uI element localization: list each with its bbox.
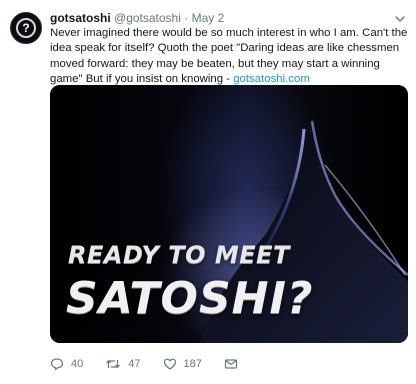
tweet-header: gotsatoshi @gotsatoshi · May 2 (50, 11, 224, 25)
tweet-media[interactable]: READY TO MEET SATOSHI? (50, 85, 408, 343)
chevron-down-icon[interactable] (394, 13, 406, 25)
retweet-count: 47 (128, 358, 141, 370)
tweet-body: Never imagined there would be so much in… (50, 27, 408, 86)
reply-count: 40 (71, 358, 84, 370)
header-separator: · (184, 11, 189, 25)
like-button[interactable]: 187 (163, 357, 202, 371)
tweet-actions: 40 47 187 (50, 356, 280, 372)
like-icon (163, 358, 176, 370)
retweet-icon (106, 360, 121, 368)
reply-icon (50, 358, 64, 371)
retweet-button[interactable]: 47 (105, 357, 141, 371)
media-headline-line1: READY TO MEET (68, 241, 290, 269)
avatar-question-icon: ? (16, 18, 36, 38)
direct-message-icon (224, 359, 237, 369)
tweet-date[interactable]: May 2 (192, 11, 225, 25)
reply-button[interactable]: 40 (50, 357, 83, 371)
tweet-card: ? gotsatoshi @gotsatoshi · May 2 Never i… (0, 0, 416, 384)
tweet-link[interactable]: gotsatoshi.com (233, 73, 310, 85)
avatar[interactable]: ? (10, 12, 42, 44)
media-headline-line2: SATOSHI? (66, 273, 314, 324)
tweet-text: Never imagined there would be so much in… (50, 26, 408, 88)
author-handle[interactable]: @gotsatoshi (114, 11, 181, 25)
direct-message-button[interactable] (224, 357, 245, 371)
like-count: 187 (183, 358, 202, 370)
author-name[interactable]: gotsatoshi (50, 11, 111, 25)
